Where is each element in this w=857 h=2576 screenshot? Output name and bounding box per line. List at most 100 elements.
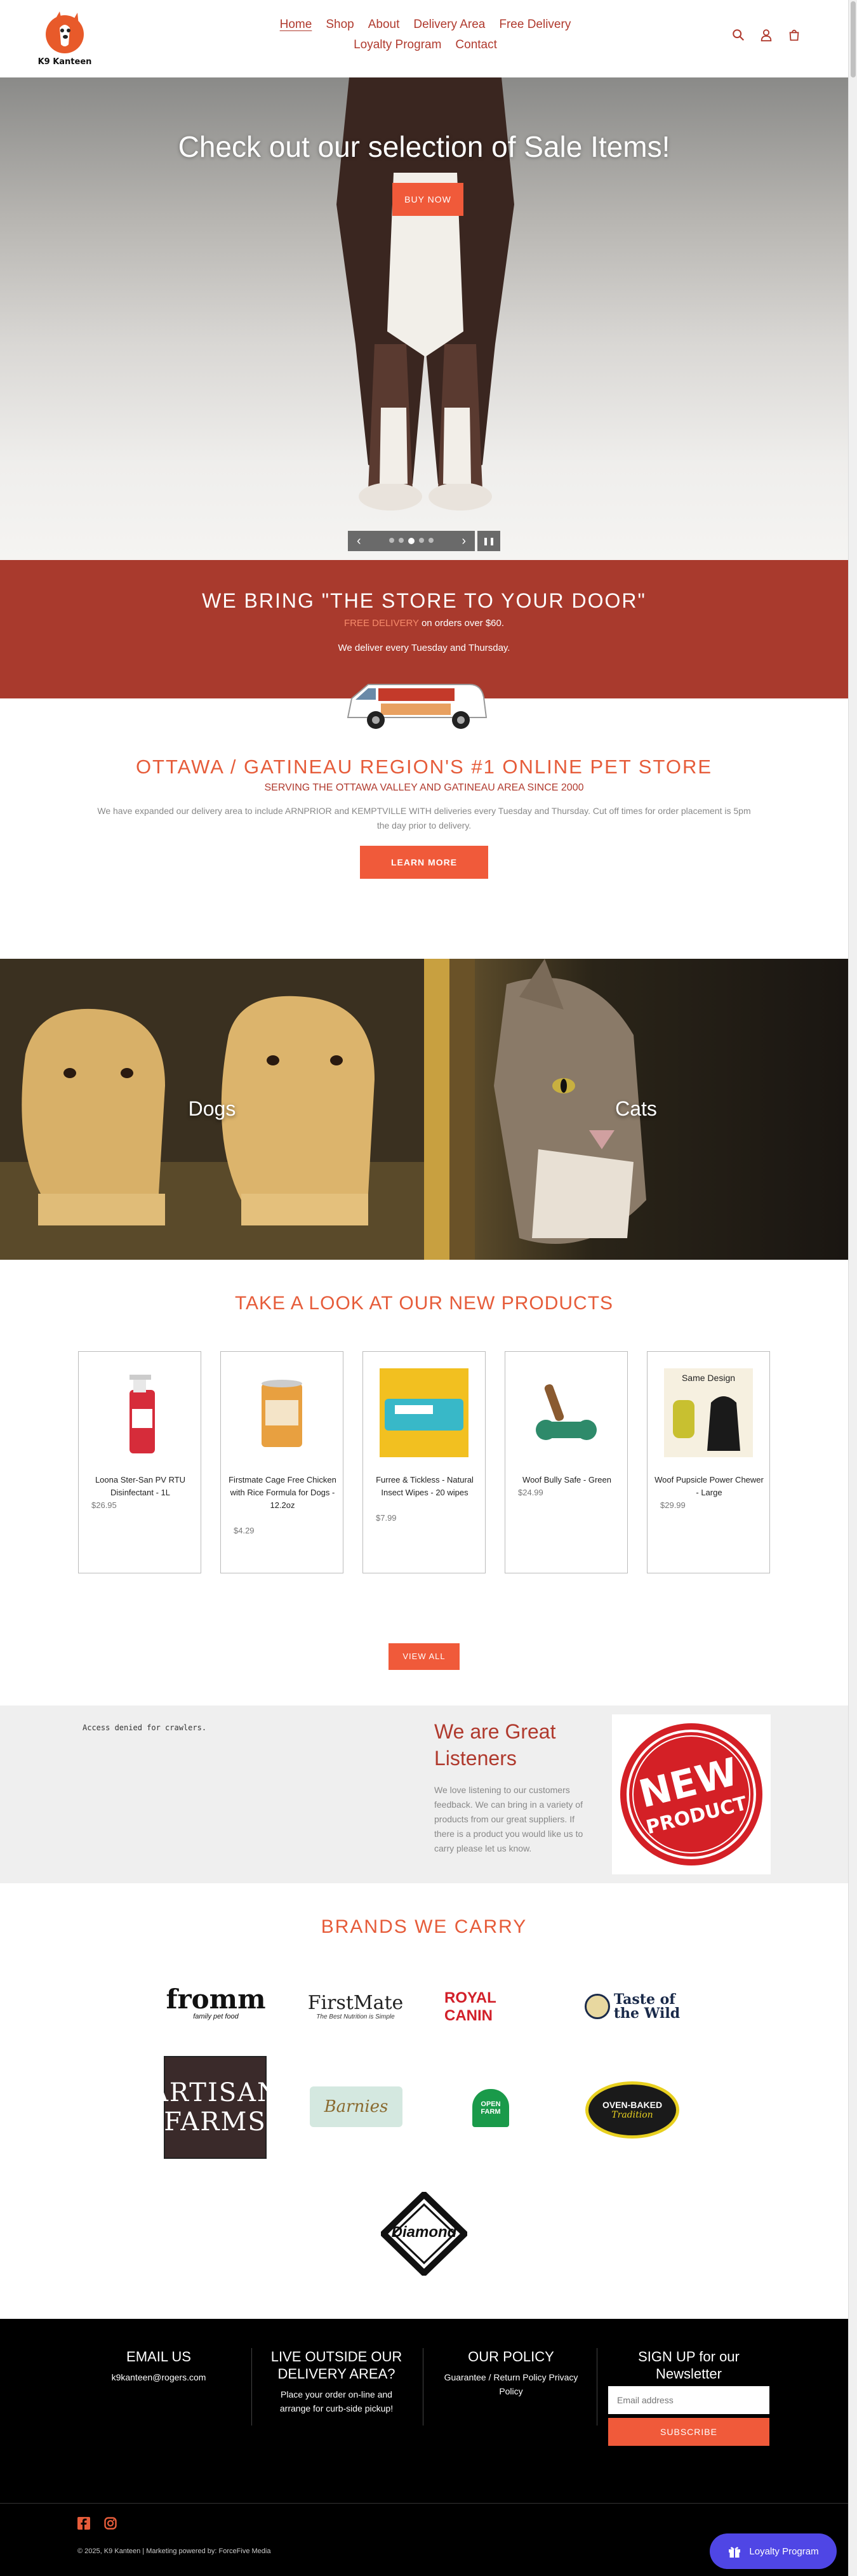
product-card[interactable]: Woof Bully Safe - Green $24.99 — [505, 1351, 628, 1573]
account-icon[interactable] — [759, 28, 773, 42]
brand-oven-baked[interactable]: OVEN-BAKED Tradition — [585, 2081, 679, 2139]
delivery-banner: WE BRING "THE STORE TO YOUR DOOR" FREE D… — [0, 560, 848, 698]
logo-text: K9 Kanteen — [37, 57, 92, 67]
slide-dot[interactable] — [389, 538, 394, 543]
slide-dot[interactable] — [399, 538, 404, 543]
brand-firstmate-sub: The Best Nutrition is Simple — [316, 2013, 395, 2020]
nav-home[interactable]: Home — [280, 18, 312, 32]
product-price: $4.29 — [234, 1526, 255, 1535]
slide-pause-button[interactable]: ❚❚ — [477, 531, 500, 551]
facebook-icon[interactable] — [77, 2517, 90, 2530]
brand-diamond[interactable]: Diamond — [381, 2192, 467, 2276]
hero-slideshow: Check out our selection of Sale Items! B… — [0, 77, 848, 560]
slide-dot[interactable] — [428, 538, 434, 543]
slide-next-button[interactable]: › — [462, 534, 466, 549]
footer-policy-col: OUR POLICY Guarantee / Return Policy Pri… — [433, 2348, 589, 2398]
slide-dots — [389, 538, 434, 544]
product-card[interactable]: Furree & Tickless - Natural Insect Wipes… — [362, 1351, 486, 1573]
site-header: K9 Kanteen Home Shop About Delivery Area… — [0, 0, 848, 77]
slide-prev-button[interactable]: ‹ — [357, 534, 361, 549]
brands-title: BRANDS WE CARRY — [321, 1916, 528, 1937]
dogs-collection[interactable]: Dogs — [0, 959, 424, 1260]
brand-firstmate-logo: FirstMate — [307, 1991, 404, 2014]
totw-line1: Taste of — [613, 1991, 675, 2008]
product-image — [130, 1375, 155, 1453]
listeners-title: We are Great Listeners — [434, 1720, 556, 1770]
product-name[interactable]: Furree & Tickless - Natural Insect Wipes… — [369, 1474, 480, 1499]
buy-now-button[interactable]: BUY NOW — [392, 183, 463, 216]
hero-title: Check out our selection of Sale Items! — [178, 130, 670, 163]
product-card[interactable]: Firstmate Cage Free Chicken with Rice Fo… — [220, 1351, 343, 1573]
product-name[interactable]: Loona Ster-San PV RTU Disinfectant - 1L — [85, 1474, 196, 1499]
footer-outside-title: LIVE OUTSIDE OUR DELIVERY AREA? — [270, 2349, 402, 2382]
product-name[interactable]: Woof Pupsicle Power Chewer - Large — [654, 1474, 764, 1499]
brand-royal-canin-logo: ROYAL CANIN — [444, 1989, 496, 2024]
slider-controls: ‹ › — [348, 531, 475, 551]
product-price: $26.95 — [91, 1500, 117, 1510]
brand-taste-of-the-wild[interactable]: Taste of the Wild — [583, 1987, 682, 2025]
brand-barnies[interactable]: Barnies — [310, 2086, 402, 2127]
scrollbar-thumb[interactable] — [851, 1, 856, 77]
instagram-icon[interactable] — [104, 2517, 117, 2530]
cats-collection[interactable]: Cats — [424, 959, 848, 1260]
loyalty-program-button[interactable]: Loyalty Program — [710, 2533, 837, 2569]
product-grid: Loona Ster-San PV RTU Disinfectant - 1L … — [78, 1351, 770, 1573]
subscribe-button[interactable]: SUBSCRIBE — [608, 2418, 769, 2446]
brand-artisan-farms[interactable]: ARTISAN FARMS — [150, 2056, 279, 2159]
brand-fromm-logo: fromm — [166, 1984, 266, 2015]
main-nav: Home Shop About Delivery Area Free Deliv… — [229, 18, 622, 58]
ovenbaked-line2: Tradition — [611, 2110, 653, 2120]
openfarm-line1: OPEN — [481, 2100, 501, 2108]
product-name[interactable]: Firstmate Cage Free Chicken with Rice Fo… — [227, 1474, 338, 1512]
free-delivery-rest: on orders over $60. — [418, 618, 505, 629]
artisan-line2: FARMS — [164, 2107, 267, 2137]
social-links — [77, 2517, 117, 2530]
product-card[interactable]: Same Design Woof Pupsicle Power Chewer -… — [647, 1351, 770, 1573]
brand-royal-canin[interactable]: ROYAL CANIN — [444, 1989, 546, 2024]
brand-taste-of-the-wild-logo: Taste of the Wild — [614, 1992, 680, 2020]
product-image: Same Design — [664, 1368, 753, 1457]
nav-about[interactable]: About — [368, 18, 400, 32]
newsletter-email-input[interactable] — [608, 2386, 769, 2414]
copyright-text: © 2025, K9 Kanteen | Marketing powered b… — [77, 2547, 271, 2555]
product-price: $7.99 — [376, 1513, 397, 1523]
footer-divider — [251, 2348, 252, 2426]
product-image — [380, 1368, 468, 1457]
product-name[interactable]: Woof Bully Safe - Green — [512, 1474, 622, 1486]
learn-more-button[interactable]: LEARN MORE — [360, 846, 488, 879]
cats-label: Cats — [615, 1097, 657, 1120]
brand-firstmate[interactable]: FirstMate The Best Nutrition is Simple — [301, 1987, 410, 2025]
nav-contact[interactable]: Contact — [455, 38, 496, 52]
brand-fromm[interactable]: fromm family pet food — [166, 1980, 265, 2027]
nav-delivery-area[interactable]: Delivery Area — [413, 18, 485, 32]
online-store-section: OTTAWA / GATINEAU REGION'S #1 ONLINE PET… — [0, 756, 848, 879]
nav-free-delivery[interactable]: Free Delivery — [499, 18, 571, 32]
page-scrollbar[interactable] — [848, 0, 857, 2576]
view-all-button[interactable]: VIEW ALL — [389, 1643, 460, 1670]
slide-dot-active[interactable] — [408, 538, 415, 544]
nav-shop[interactable]: Shop — [326, 18, 354, 32]
delivery-days: We deliver every Tuesday and Thursday. — [338, 643, 510, 653]
brand-open-farm[interactable]: OPEN FARM — [472, 2089, 509, 2127]
svg-text:Same Design: Same Design — [682, 1373, 735, 1383]
new-product-badge: NEW PRODUCT — [612, 1714, 771, 1874]
search-icon[interactable] — [731, 28, 745, 42]
brand-barnies-logo: Barnies — [324, 2097, 389, 2116]
new-products-title: TAKE A LOOK AT OUR NEW PRODUCTS — [234, 1293, 614, 1314]
nav-loyalty-program[interactable]: Loyalty Program — [354, 38, 441, 52]
slide-dot[interactable] — [419, 538, 424, 543]
artisan-line1: ARTISAN — [149, 2078, 281, 2107]
brand-fromm-sub: family pet food — [193, 2013, 239, 2020]
footer-email-link[interactable]: k9kanteen@rogers.com — [95, 2370, 222, 2384]
product-image — [262, 1380, 302, 1447]
footer-outside-col: LIVE OUTSIDE OUR DELIVERY AREA? Place yo… — [267, 2348, 406, 2415]
footer-separator — [0, 2503, 848, 2504]
feedback-section: Access denied for crawlers. We are Great… — [0, 1705, 848, 1883]
delivery-title: WE BRING "THE STORE TO YOUR DOOR" — [202, 589, 646, 612]
site-logo[interactable]: K9 Kanteen — [36, 9, 94, 69]
footer-policy-links[interactable]: Guarantee / Return Policy Privacy Policy — [433, 2370, 589, 2398]
header-icons — [731, 28, 801, 42]
store-body: We have expanded our delivery area to in… — [97, 806, 751, 831]
product-card[interactable]: Loona Ster-San PV RTU Disinfectant - 1L … — [78, 1351, 201, 1573]
cart-icon[interactable] — [787, 28, 801, 42]
